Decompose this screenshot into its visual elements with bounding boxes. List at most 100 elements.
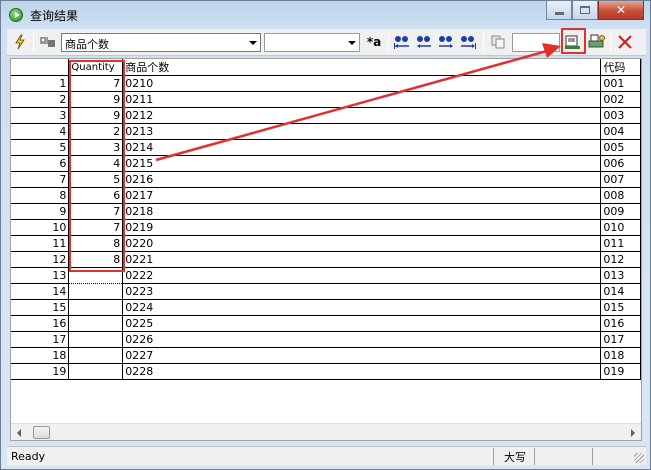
code-cell[interactable]: 005 xyxy=(600,139,641,156)
item-count-cell[interactable]: 0224 xyxy=(122,299,602,316)
row-number-cell[interactable]: 16 xyxy=(11,315,70,332)
header-item-count[interactable]: 商品个数 xyxy=(122,59,602,76)
row-number-cell[interactable]: 4 xyxy=(11,123,70,140)
table-row[interactable]: 16 0225 016 xyxy=(11,315,641,332)
header-rownum[interactable] xyxy=(11,59,70,76)
code-cell[interactable]: 012 xyxy=(600,251,641,268)
item-count-cell[interactable]: 0211 xyxy=(122,91,602,108)
row-number-cell[interactable]: 14 xyxy=(11,283,70,300)
caps-lock-indicator: 大写 xyxy=(504,451,526,464)
row-number-cell[interactable]: 2 xyxy=(11,91,70,108)
item-count-cell[interactable]: 0225 xyxy=(122,315,602,332)
code-cell[interactable]: 015 xyxy=(600,299,641,316)
code-cell[interactable]: 001 xyxy=(600,75,641,92)
row-number-cell[interactable]: 11 xyxy=(11,235,70,252)
toolbar: 商品个数 *a xyxy=(7,28,646,56)
row-number-cell[interactable]: 6 xyxy=(11,155,70,172)
filter-select[interactable] xyxy=(264,33,360,52)
lightning-icon[interactable] xyxy=(11,33,29,51)
code-cell[interactable]: 018 xyxy=(600,347,641,364)
row-number-cell[interactable]: 3 xyxy=(11,107,70,124)
item-count-cell[interactable]: 0226 xyxy=(122,331,602,348)
status-bar: Ready 大写 xyxy=(7,446,646,465)
print-button[interactable] xyxy=(588,33,606,51)
search-input[interactable] xyxy=(512,33,560,52)
row-number-cell[interactable]: 13 xyxy=(11,267,70,284)
find-last-button[interactable] xyxy=(459,33,477,51)
regex-toggle-button[interactable]: *a xyxy=(364,33,384,51)
resize-grip-icon[interactable] xyxy=(634,453,644,463)
item-count-cell[interactable]: 0218 xyxy=(122,203,602,220)
item-count-cell[interactable]: 0212 xyxy=(122,107,602,124)
field-select[interactable]: 商品个数 xyxy=(61,33,261,52)
row-number-cell[interactable]: 12 xyxy=(11,251,70,268)
item-count-cell[interactable]: 0210 xyxy=(122,75,602,92)
row-number-cell[interactable]: 18 xyxy=(11,347,70,364)
item-count-cell[interactable]: 0222 xyxy=(122,267,602,284)
quantity-cell[interactable] xyxy=(68,347,124,364)
quantity-cell[interactable] xyxy=(68,283,124,300)
row-number-cell[interactable]: 8 xyxy=(11,187,70,204)
item-count-cell[interactable]: 0213 xyxy=(122,123,602,140)
item-count-cell[interactable]: 0219 xyxy=(122,219,602,236)
table-row[interactable]: 18 0227 018 xyxy=(11,347,641,364)
horizontal-scrollbar[interactable] xyxy=(11,423,641,440)
code-cell[interactable]: 006 xyxy=(600,155,641,172)
code-cell[interactable]: 017 xyxy=(600,331,641,348)
find-first-button[interactable] xyxy=(393,33,411,51)
table-row[interactable]: 15 0224 015 xyxy=(11,299,641,316)
item-count-cell[interactable]: 0217 xyxy=(122,187,602,204)
header-code[interactable]: 代码 xyxy=(600,59,641,76)
maximize-button[interactable] xyxy=(572,1,598,20)
code-cell[interactable]: 007 xyxy=(600,171,641,188)
item-count-cell[interactable]: 0214 xyxy=(122,139,602,156)
code-cell[interactable]: 009 xyxy=(600,203,641,220)
code-cell[interactable]: 008 xyxy=(600,187,641,204)
table-row[interactable]: 19 0228 019 xyxy=(11,363,641,380)
code-cell[interactable]: 019 xyxy=(600,363,641,380)
copy-button[interactable] xyxy=(489,33,507,51)
quantity-cell[interactable] xyxy=(68,299,124,316)
scroll-left-icon[interactable] xyxy=(17,429,21,437)
find-previous-button[interactable] xyxy=(415,33,433,51)
code-cell[interactable]: 002 xyxy=(600,91,641,108)
item-count-cell[interactable]: 0228 xyxy=(122,363,602,380)
code-cell[interactable]: 014 xyxy=(600,283,641,300)
scroll-right-icon[interactable] xyxy=(631,429,635,437)
quantity-cell[interactable] xyxy=(68,315,124,332)
row-number-cell[interactable]: 1 xyxy=(11,75,70,92)
item-count-cell[interactable]: 0221 xyxy=(122,251,602,268)
quantity-cell[interactable] xyxy=(68,363,124,380)
item-count-cell[interactable]: 0223 xyxy=(122,283,602,300)
row-number-cell[interactable]: 10 xyxy=(11,219,70,236)
caption-buttons: ✕ xyxy=(546,1,644,20)
table-row[interactable]: 17 0226 017 xyxy=(11,331,641,348)
row-number-cell[interactable]: 5 xyxy=(11,139,70,156)
row-number-cell[interactable]: 19 xyxy=(11,363,70,380)
find-next-button[interactable] xyxy=(437,33,455,51)
field-picker-icon[interactable] xyxy=(39,33,57,51)
row-number-cell[interactable]: 15 xyxy=(11,299,70,316)
code-cell[interactable]: 004 xyxy=(600,123,641,140)
row-number-cell[interactable]: 7 xyxy=(11,171,70,188)
item-count-cell[interactable]: 0216 xyxy=(122,171,602,188)
close-results-button[interactable] xyxy=(616,33,634,51)
row-number-cell[interactable]: 17 xyxy=(11,331,70,348)
item-count-cell[interactable]: 0215 xyxy=(122,155,602,172)
code-cell[interactable]: 011 xyxy=(600,235,641,252)
code-cell[interactable]: 003 xyxy=(600,107,641,124)
status-divider xyxy=(493,448,494,465)
quantity-cell[interactable] xyxy=(68,331,124,348)
close-window-button[interactable]: ✕ xyxy=(598,1,644,20)
code-cell[interactable]: 016 xyxy=(600,315,641,332)
scroll-thumb[interactable] xyxy=(33,426,50,439)
row-number-cell[interactable]: 9 xyxy=(11,203,70,220)
minimize-button[interactable] xyxy=(546,1,572,20)
item-count-cell[interactable]: 0220 xyxy=(122,235,602,252)
table-row[interactable]: 14 0223 014 xyxy=(11,283,641,300)
status-divider xyxy=(592,448,593,465)
code-cell[interactable]: 010 xyxy=(600,219,641,236)
code-cell[interactable]: 013 xyxy=(600,267,641,284)
chevron-down-icon xyxy=(348,41,356,45)
item-count-cell[interactable]: 0227 xyxy=(122,347,602,364)
